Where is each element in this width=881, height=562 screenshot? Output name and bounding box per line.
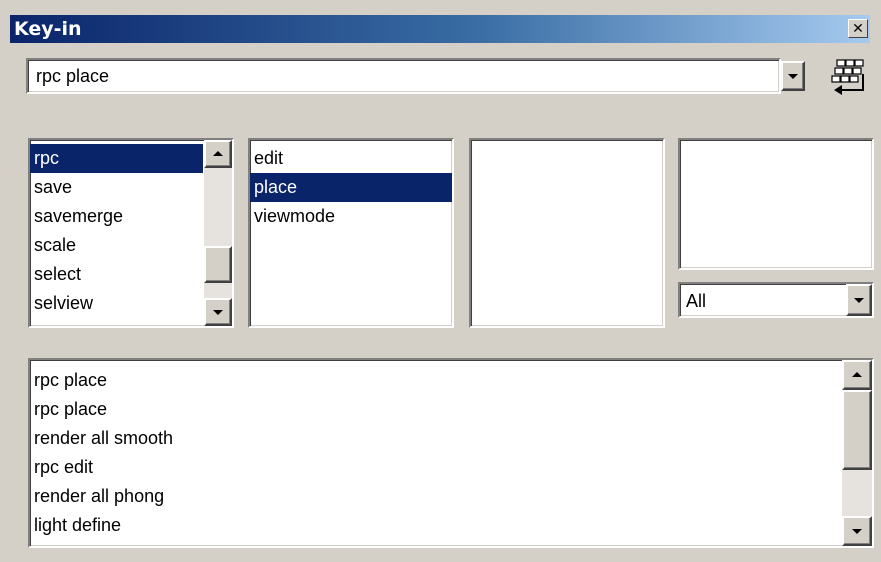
scroll-down-button[interactable] xyxy=(842,516,872,546)
history-list-scrollbar[interactable] xyxy=(842,360,872,546)
list-item[interactable]: rpc place xyxy=(30,366,840,395)
list-item[interactable]: select xyxy=(30,260,203,289)
close-button[interactable]: ✕ xyxy=(848,19,868,38)
scroll-thumb[interactable] xyxy=(204,246,232,283)
list-item[interactable]: edit xyxy=(250,144,452,173)
title-bar: Key-in ✕ xyxy=(10,15,870,43)
keypad-icon[interactable] xyxy=(828,57,868,99)
filter-dropdown-button[interactable] xyxy=(846,284,872,316)
history-list[interactable]: rpc place rpc place render all smooth rpc e… xyxy=(28,358,874,548)
scroll-up-button[interactable] xyxy=(204,140,232,168)
list-item[interactable]: render all smooth xyxy=(30,424,840,453)
option-list[interactable] xyxy=(469,138,665,328)
keyin-input[interactable] xyxy=(26,58,781,94)
subcommand-list[interactable]: edit place viewmode xyxy=(248,138,454,328)
history-list-items: rpc place rpc place render all smooth rpc e… xyxy=(30,366,840,540)
list-item[interactable]: rpc xyxy=(30,144,203,173)
subcommand-list-items: edit place viewmode xyxy=(250,144,452,231)
list-item[interactable]: render all phong xyxy=(30,482,840,511)
close-icon: ✕ xyxy=(852,20,864,36)
filter-value: All xyxy=(686,291,707,311)
option-list-2[interactable] xyxy=(678,138,874,270)
scroll-down-button[interactable] xyxy=(204,298,232,326)
list-item[interactable]: selview xyxy=(30,289,203,318)
list-item[interactable]: rpc edit xyxy=(30,453,840,482)
history-dropdown-button[interactable] xyxy=(781,61,805,91)
list-item[interactable]: rpc place xyxy=(30,395,840,424)
scroll-up-button[interactable] xyxy=(842,360,872,390)
command-list-items: rpc save savemerge scale select selview xyxy=(30,144,203,318)
list-item[interactable]: scale xyxy=(30,231,203,260)
window-title: Key-in xyxy=(14,18,82,40)
list-item[interactable]: savemerge xyxy=(30,202,203,231)
filter-select[interactable]: All xyxy=(678,282,874,318)
list-item[interactable]: save xyxy=(30,173,203,202)
command-list-scrollbar[interactable] xyxy=(204,140,232,326)
list-item[interactable]: light define xyxy=(30,511,840,540)
list-item[interactable]: viewmode xyxy=(250,202,452,231)
list-item[interactable]: place xyxy=(250,173,452,202)
command-list[interactable]: rpc save savemerge scale select selview xyxy=(28,138,234,328)
scroll-thumb[interactable] xyxy=(842,390,872,470)
